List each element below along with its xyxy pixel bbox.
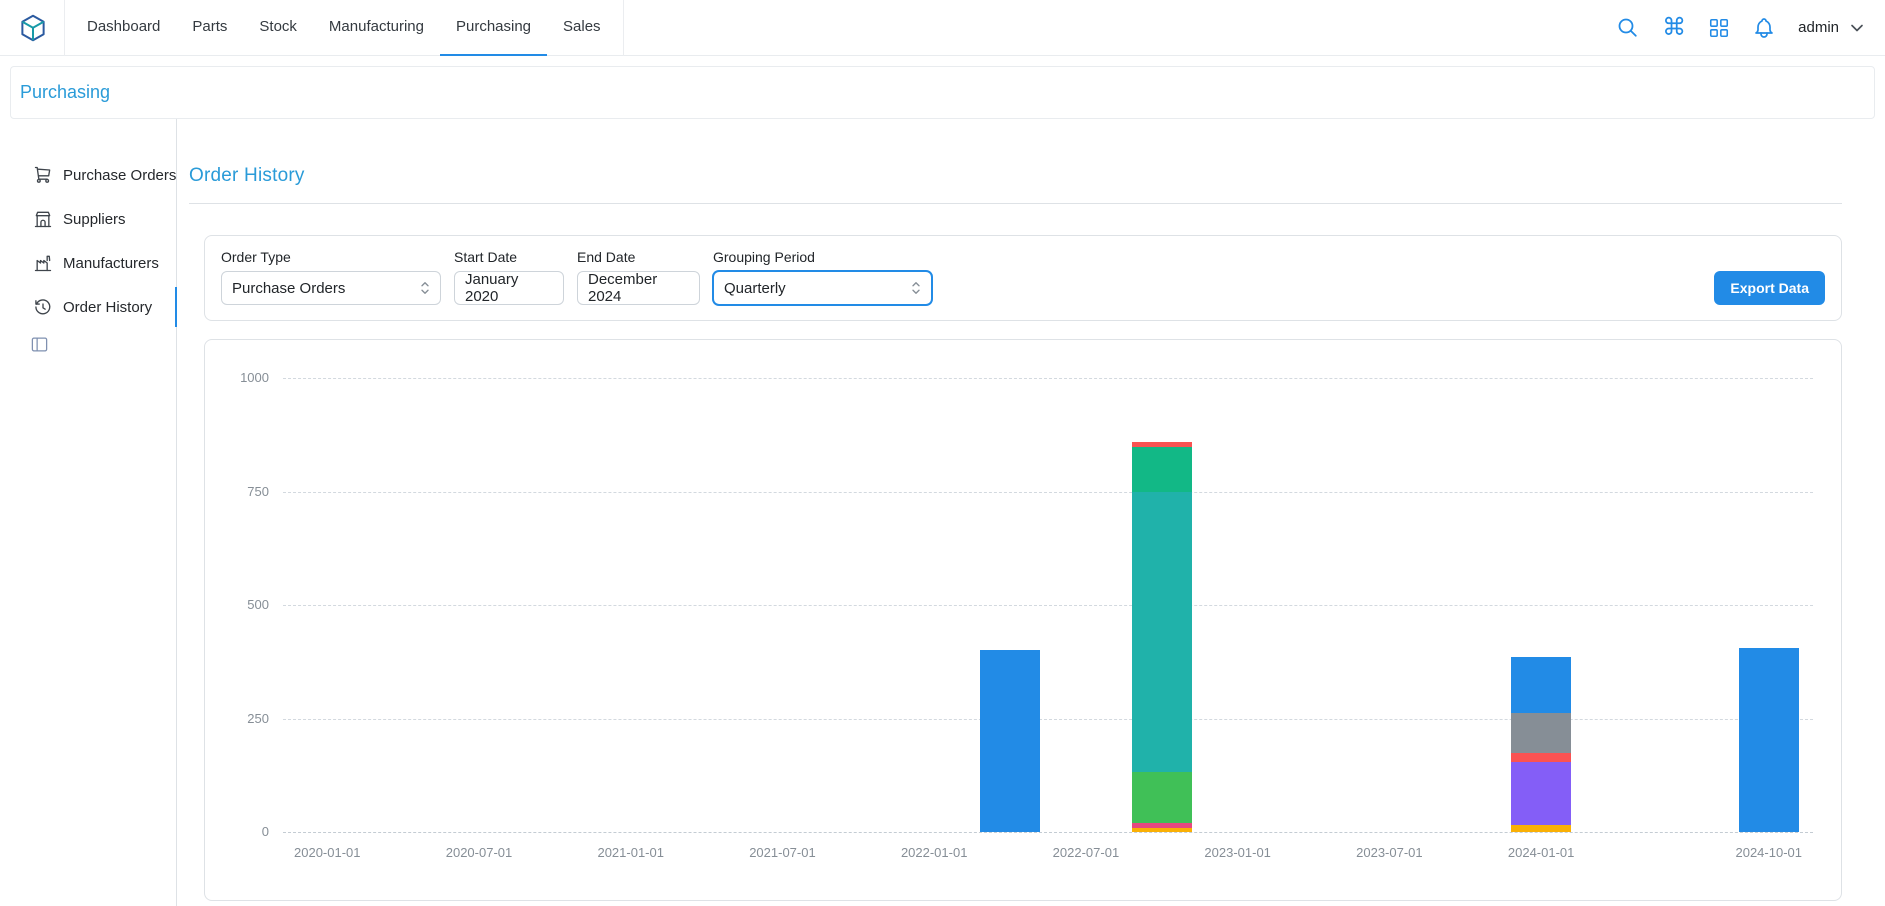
x-axis-tick: 2023-01-01 (1204, 845, 1271, 860)
top-navbar: Dashboard Parts Stock Manufacturing Purc… (0, 0, 1885, 56)
bell-icon[interactable] (1752, 16, 1776, 40)
gridline (283, 832, 1813, 833)
sidebar: Purchase Orders Suppliers Manufacturers … (0, 119, 177, 906)
x-axis-tick: 2024-01-01 (1508, 845, 1575, 860)
start-date-label: Start Date (454, 249, 564, 265)
building-store-icon (33, 209, 53, 229)
bar-segment (1511, 657, 1571, 712)
sidebar-item-label: Manufacturers (63, 255, 159, 272)
sidebar-item-label: Purchase Orders (63, 167, 176, 184)
bar-segment (1132, 828, 1192, 832)
sidebar-item-purchase-orders[interactable]: Purchase Orders (0, 153, 176, 197)
bar-segment (1511, 762, 1571, 826)
sidebar-collapse-icon[interactable] (30, 335, 49, 354)
sidebar-item-order-history[interactable]: Order History (0, 285, 176, 329)
bar-segment (1511, 713, 1571, 753)
sidebar-item-suppliers[interactable]: Suppliers (0, 197, 176, 241)
gridline (283, 378, 1813, 379)
y-axis-tick: 500 (213, 597, 269, 612)
end-date-value: December 2024 (588, 271, 689, 305)
start-date-value: January 2020 (465, 271, 553, 305)
bar-segment (1132, 823, 1192, 828)
x-axis-tick: 2021-07-01 (749, 845, 816, 860)
tab-parts[interactable]: Parts (176, 0, 243, 56)
main-panel: Order History Order Type Purchase Orders… (177, 119, 1885, 906)
sidebar-item-manufacturers[interactable]: Manufacturers (0, 241, 176, 285)
chart-panel: 0 250 500 750 1000 2020-01-01 2020-07-01 2021-0… (204, 339, 1842, 901)
gridline (283, 605, 1813, 606)
filter-panel: Order Type Purchase Orders Start Date Ja… (204, 235, 1842, 321)
start-date-input[interactable]: January 2020 (454, 271, 564, 305)
page-header-panel: Purchasing (10, 66, 1875, 119)
tab-sales[interactable]: Sales (547, 0, 617, 56)
factory-icon (33, 253, 53, 273)
y-axis-tick: 250 (213, 711, 269, 726)
bar-segment (1132, 442, 1192, 447)
command-icon[interactable]: ⌘ (1662, 16, 1686, 40)
page-title: Order History (189, 165, 1842, 187)
app-logo-icon[interactable] (18, 13, 48, 43)
sidebar-item-label: Suppliers (63, 211, 126, 228)
search-icon[interactable] (1616, 16, 1640, 40)
main-nav-tabs: Dashboard Parts Stock Manufacturing Purc… (64, 0, 624, 56)
content-area: Purchase Orders Suppliers Manufacturers … (0, 119, 1885, 906)
bar-segment (1132, 492, 1192, 773)
tab-purchasing[interactable]: Purchasing (440, 0, 547, 56)
sidebar-item-label: Order History (63, 299, 152, 316)
user-menu[interactable]: admin (1798, 18, 1867, 38)
shopping-cart-icon (33, 165, 53, 185)
bar-segment (1511, 825, 1571, 832)
grouping-period-select[interactable]: Quarterly (713, 271, 932, 305)
x-axis-tick: 2020-07-01 (446, 845, 513, 860)
bar-segment (1132, 772, 1192, 823)
x-axis-tick: 2024-10-01 (1735, 845, 1802, 860)
selector-icon (907, 279, 925, 297)
order-type-select[interactable]: Purchase Orders (221, 271, 441, 305)
selector-icon (416, 279, 434, 297)
start-date-group: Start Date January 2020 (454, 249, 564, 305)
order-type-label: Order Type (221, 249, 441, 265)
grouping-period-value: Quarterly (724, 280, 786, 297)
end-date-group: End Date December 2024 (577, 249, 700, 305)
history-icon (33, 297, 53, 317)
grouping-period-group: Grouping Period Quarterly (713, 249, 932, 305)
x-axis-tick: 2023-07-01 (1356, 845, 1423, 860)
bar-segment (1132, 447, 1192, 491)
x-axis-tick: 2020-01-01 (294, 845, 361, 860)
x-axis-tick: 2022-01-01 (901, 845, 968, 860)
bar-segment (980, 650, 1040, 832)
navbar-actions: ⌘ admin (1616, 16, 1867, 40)
x-axis-tick: 2021-01-01 (597, 845, 664, 860)
tab-manufacturing[interactable]: Manufacturing (313, 0, 440, 56)
y-axis-tick: 1000 (213, 370, 269, 385)
export-data-button[interactable]: Export Data (1714, 271, 1825, 305)
tab-stock[interactable]: Stock (243, 0, 313, 56)
title-divider (189, 203, 1842, 204)
breadcrumb[interactable]: Purchasing (20, 82, 110, 102)
user-name: admin (1798, 19, 1839, 36)
x-axis-tick: 2022-07-01 (1053, 845, 1120, 860)
tab-dashboard[interactable]: Dashboard (71, 0, 176, 56)
end-date-label: End Date (577, 249, 700, 265)
apps-icon[interactable] (1708, 17, 1730, 39)
y-axis-tick: 0 (213, 824, 269, 839)
bar-segment (1511, 753, 1571, 762)
end-date-input[interactable]: December 2024 (577, 271, 700, 305)
order-type-group: Order Type Purchase Orders (221, 249, 441, 305)
order-type-value: Purchase Orders (232, 280, 345, 297)
gridline (283, 492, 1813, 493)
chevron-down-icon (1847, 18, 1867, 38)
order-history-chart: 025050075010002020-01-012020-07-012021-0… (283, 378, 1813, 832)
gridline (283, 719, 1813, 720)
y-axis-tick: 750 (213, 484, 269, 499)
bar-segment (1739, 648, 1799, 832)
grouping-period-label: Grouping Period (713, 249, 932, 265)
